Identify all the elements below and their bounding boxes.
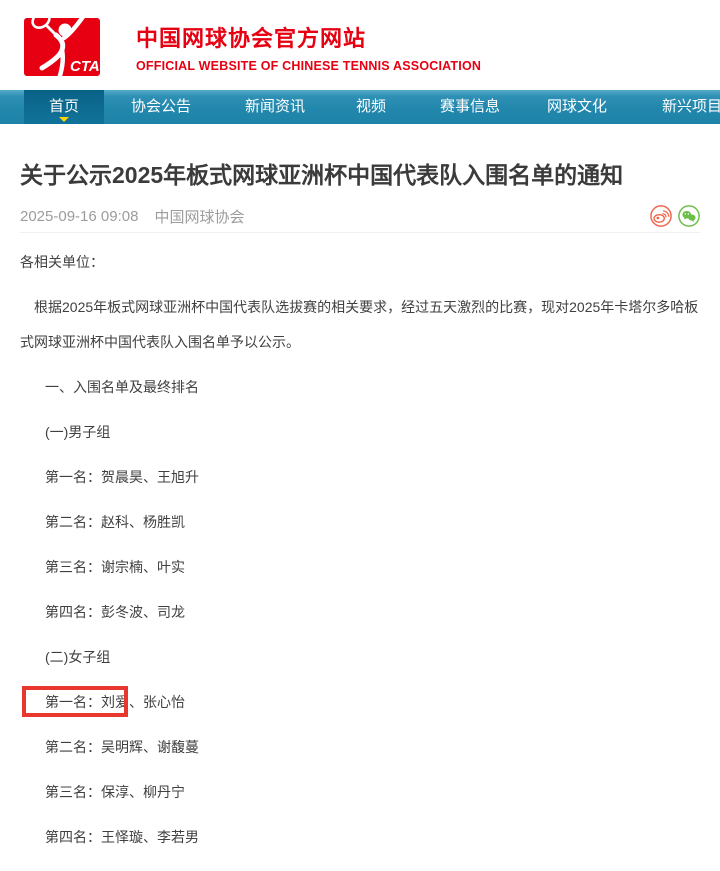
womens-rank-4: 第四名：王怿璇、李若男 (20, 820, 700, 855)
womens-rank-2: 第二名：吴明辉、谢馥蔓 (20, 730, 700, 765)
nav-item-label: 协会公告 (131, 98, 191, 115)
publish-date: 2025-09-16 09:08 (20, 208, 138, 225)
nav-item-label: 新闻资讯 (245, 98, 305, 115)
wechat-share-icon[interactable] (678, 205, 700, 227)
share-buttons (650, 205, 700, 227)
tennis-player-logo-icon: CTA (18, 6, 110, 88)
publish-source: 中国网球协会 (154, 206, 244, 227)
mens-rank-4: 第四名：彭冬波、司龙 (20, 595, 700, 630)
article: 关于公示2025年板式网球亚洲杯中国代表队入围名单的通知 2025-09-16 … (0, 160, 720, 855)
article-title: 关于公示2025年板式网球亚洲杯中国代表队入围名单的通知 (20, 160, 700, 190)
article-meta: 2025-09-16 09:08 中国网球协会 (20, 205, 700, 233)
nav-item-emerging-sports[interactable]: 新兴项目 (652, 90, 720, 124)
mens-rank-2: 第二名：赵科、杨胜凯 (20, 505, 700, 540)
mens-rank-1: 第一名：贺晨昊、王旭升 (20, 460, 700, 495)
cta-logo[interactable]: CTA (18, 6, 110, 88)
logo-text: CTA (70, 58, 100, 75)
mens-group-heading: (一)男子组 (20, 415, 700, 450)
salutation: 各相关单位： (20, 245, 700, 280)
section-heading: 一、入围名单及最终排名 (20, 370, 700, 405)
nav-item-label: 新兴项目 (662, 98, 720, 115)
nav-item-events[interactable]: 赛事信息 (430, 90, 510, 124)
active-indicator-triangle-icon (59, 117, 69, 122)
site-title: 中国网球协会官方网站 (136, 26, 481, 52)
nav-item-tennis-culture[interactable]: 网球文化 (537, 90, 617, 124)
womens-rank-1-boxed-text: 第一名：刘爱、 (45, 694, 143, 710)
article-body: 各相关单位： 根据2025年板式网球亚洲杯中国代表队选拔赛的相关要求，经过五天激… (20, 233, 700, 855)
intro-paragraph: 根据2025年板式网球亚洲杯中国代表队选拔赛的相关要求，经过五天激烈的比赛，现对… (20, 290, 700, 360)
womens-rank-3: 第三名：保淳、柳丹宁 (20, 775, 700, 810)
main-nav: 首页 协会公告 新闻资讯 视频 赛事信息 网球文化 新兴项目 (0, 90, 720, 124)
site-header: CTA 中国网球协会官方网站 OFFICIAL WEBSITE OF CHINE… (0, 0, 720, 90)
mens-rank-3: 第三名：谢宗楠、叶实 (20, 550, 700, 585)
weibo-share-icon[interactable] (650, 205, 672, 227)
site-subtitle: OFFICIAL WEBSITE OF CHINESE TENNIS ASSOC… (136, 59, 481, 73)
nav-item-video[interactable]: 视频 (331, 90, 411, 124)
nav-item-news[interactable]: 新闻资讯 (235, 90, 315, 124)
womens-rank-1: 第一名：刘爱、张心怡 (20, 685, 700, 720)
womens-group-heading: (二)女子组 (20, 640, 700, 675)
nav-item-home[interactable]: 首页 (24, 90, 104, 124)
nav-item-label: 赛事信息 (440, 98, 500, 115)
nav-item-label: 网球文化 (547, 98, 607, 115)
nav-item-label: 首页 (49, 98, 79, 115)
nav-item-label: 视频 (356, 98, 386, 115)
womens-rank-1-rest-text: 张心怡 (143, 694, 185, 710)
nav-item-announcements[interactable]: 协会公告 (121, 90, 201, 124)
